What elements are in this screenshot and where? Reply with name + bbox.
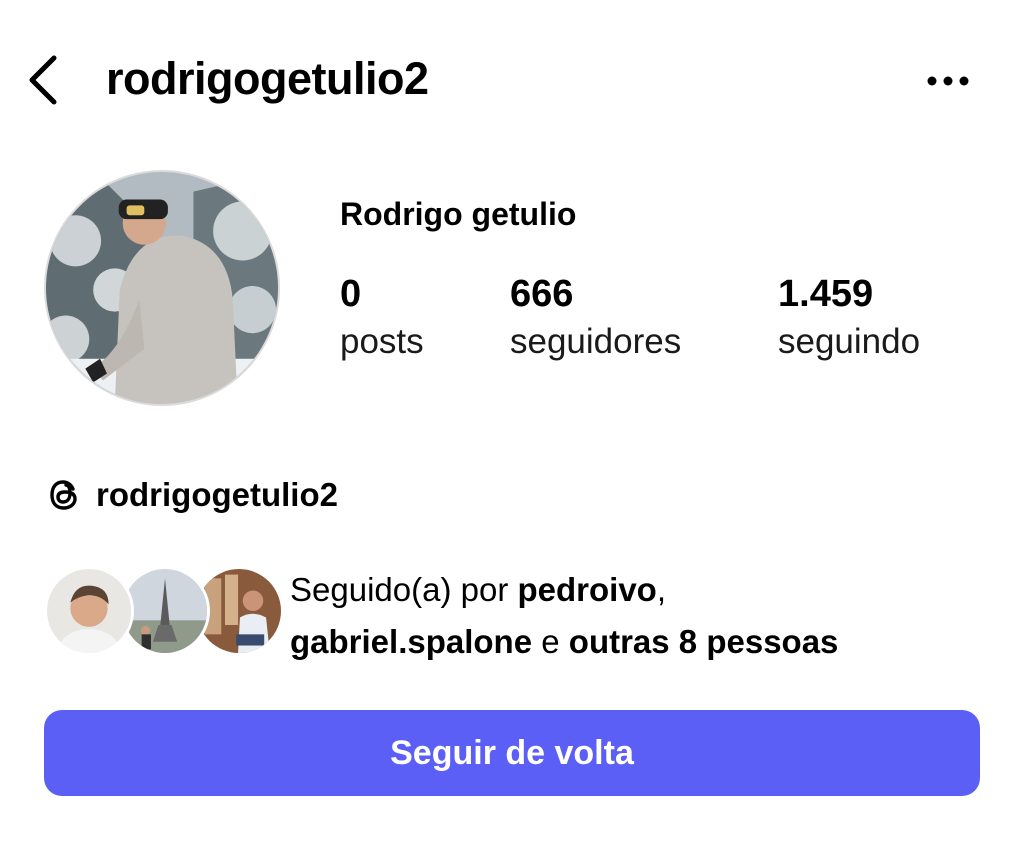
follow-back-button[interactable]: Seguir de volta [44, 710, 980, 796]
stat-label: seguidores [510, 322, 682, 361]
back-button[interactable] [22, 52, 64, 108]
threads-handle: rodrigogetulio2 [96, 476, 338, 513]
more-options-button[interactable] [920, 66, 976, 96]
page-title: rodrigogetulio2 [106, 53, 429, 104]
followed-by-user-link[interactable]: pedroivo [517, 571, 656, 608]
chevron-left-icon [29, 55, 57, 105]
stat-posts[interactable]: 0 posts [340, 270, 424, 366]
followed-by-separator: , [656, 571, 667, 608]
stat-followers[interactable]: 666 seguidores [510, 270, 681, 366]
stat-label: seguindo [778, 322, 921, 361]
stat-following[interactable]: 1.459 seguindo [778, 270, 920, 366]
followed-by-text: Seguido(a) por pedroivo, gabriel.spalone… [290, 564, 990, 668]
threads-profile-link[interactable]: rodrigogetulio2 [44, 470, 338, 520]
followed-by-prefix: Seguido(a) por [290, 571, 518, 608]
display-name: Rodrigo getulio [340, 196, 577, 232]
threads-icon [50, 480, 77, 510]
stat-value: 666 [510, 273, 574, 315]
profile-avatar[interactable] [44, 170, 280, 406]
followed-by-user-link[interactable]: gabriel.spalone [290, 623, 532, 660]
stat-label: posts [340, 322, 424, 361]
stat-value: 0 [340, 273, 362, 315]
followed-by-others-link[interactable]: outras 8 pessoas [569, 623, 839, 660]
stat-value: 1.459 [778, 273, 874, 315]
mutual-followers-avatars[interactable] [44, 566, 284, 658]
more-horizontal-icon [927, 76, 969, 86]
profile-screen: rodrigogetulio2 Rodrigo getulio 0 posts … [0, 0, 1024, 852]
avatar [44, 566, 134, 656]
profile-photo [46, 172, 278, 404]
followed-by-conjunction: e [532, 623, 569, 660]
